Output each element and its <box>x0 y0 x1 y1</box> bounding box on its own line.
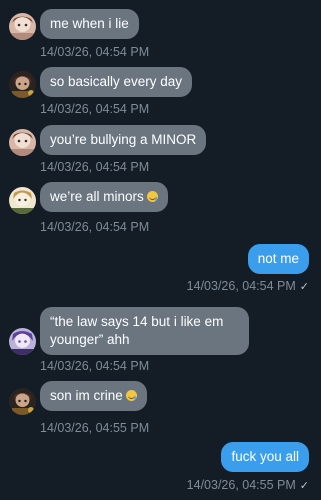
message-text: so basically every day <box>50 74 183 89</box>
timestamp-text: 14/03/26, 04:54 PM <box>186 279 296 293</box>
message-text: “the law says 14 but i like em younger” … <box>50 314 224 347</box>
avatar[interactable] <box>9 13 36 40</box>
avatar[interactable] <box>9 129 36 156</box>
crying-laughing-emoji <box>146 191 158 202</box>
message-bubble[interactable]: we’re all minors <box>40 182 168 212</box>
message-text: not me <box>257 251 299 266</box>
message-timestamp: 14/03/26, 04:54 PM <box>40 45 150 59</box>
message-text: we’re all minors <box>50 189 144 204</box>
message-timestamp: 14/03/26, 04:54 PM ✓ <box>187 279 309 294</box>
read-check-icon: ✓ <box>299 281 309 293</box>
message-bubble[interactable]: so basically every day <box>40 67 193 97</box>
avatar[interactable] <box>9 328 36 355</box>
message-timestamp: 14/03/26, 04:55 PM ✓ <box>187 478 309 493</box>
avatar[interactable] <box>9 187 36 214</box>
message-text: me when i lie <box>50 16 129 31</box>
message-bubble[interactable]: not me <box>247 244 309 274</box>
crying-laughing-emoji <box>125 390 137 401</box>
message-text: fuck you all <box>231 449 299 464</box>
message-text: son im crine <box>50 388 123 403</box>
message-bubble[interactable]: fuck you all <box>221 442 309 472</box>
message-bubble[interactable]: me when i lie <box>40 9 139 39</box>
message-bubble[interactable]: you’re bullying a MINOR <box>40 125 207 155</box>
message-timestamp: 14/03/26, 04:54 PM <box>40 220 150 234</box>
message-timestamp: 14/03/26, 04:55 PM <box>40 421 150 435</box>
message-timestamp: 14/03/26, 04:54 PM <box>40 102 150 116</box>
chat-thread[interactable]: me when i lie 14/03/26, 04:54 PM so basi… <box>0 0 321 500</box>
message-timestamp: 14/03/26, 04:54 PM <box>40 359 150 373</box>
message-bubble[interactable]: “the law says 14 but i like em younger” … <box>40 307 249 355</box>
avatar[interactable] <box>9 388 36 415</box>
message-bubble[interactable]: son im crine <box>40 381 147 411</box>
timestamp-text: 14/03/26, 04:55 PM <box>186 478 296 492</box>
read-check-icon: ✓ <box>299 480 309 492</box>
avatar[interactable] <box>9 71 36 98</box>
message-timestamp: 14/03/26, 04:54 PM <box>40 160 150 174</box>
message-text: you’re bullying a MINOR <box>50 132 197 147</box>
